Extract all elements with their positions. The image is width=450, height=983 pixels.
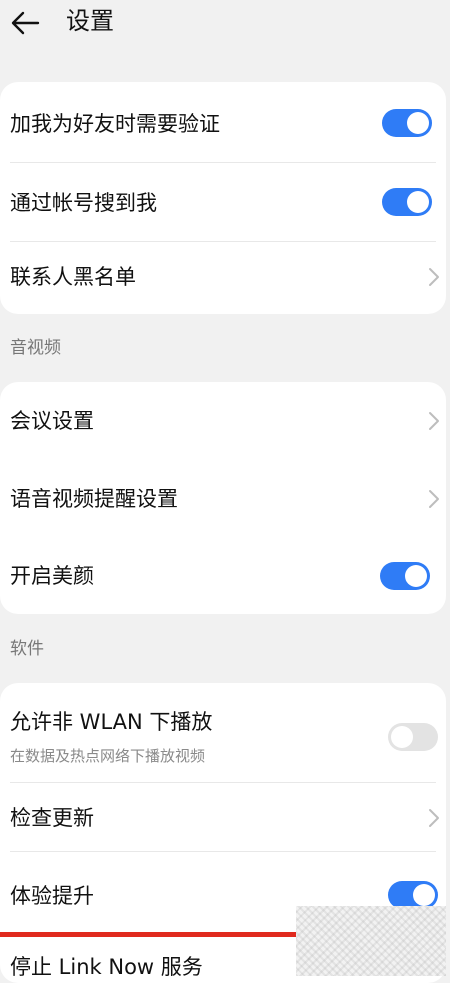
- chevron-right-icon: [429, 268, 439, 286]
- call-reminder-row[interactable]: 语音视频提醒设置: [0, 460, 446, 538]
- call-reminder-label: 语音视频提醒设置: [10, 487, 178, 511]
- friend-verify-row[interactable]: 加我为好友时需要验证: [0, 82, 446, 162]
- av-card: 会议设置 语音视频提醒设置 开启美颜: [0, 382, 446, 614]
- header: 设置: [0, 0, 450, 46]
- toggle-knob: [407, 191, 429, 213]
- check-update-label: 检查更新: [10, 806, 94, 830]
- friend-verify-label: 加我为好友时需要验证: [10, 112, 220, 136]
- friend-verify-toggle[interactable]: [382, 109, 432, 137]
- section-label-software: 软件: [10, 639, 44, 659]
- beauty-row[interactable]: 开启美颜: [0, 538, 446, 614]
- non-wlan-play-label: 允许非 WLAN 下播放: [10, 710, 213, 734]
- toggle-knob: [405, 565, 427, 587]
- watermark-noise: [296, 906, 446, 976]
- chevron-right-icon: [429, 490, 439, 508]
- experience-toggle[interactable]: [388, 881, 438, 909]
- toggle-knob: [413, 884, 435, 906]
- beauty-label: 开启美颜: [10, 564, 94, 588]
- meeting-settings-row[interactable]: 会议设置: [0, 382, 446, 460]
- search-by-account-label: 通过帐号搜到我: [10, 191, 157, 215]
- meeting-settings-label: 会议设置: [10, 409, 94, 433]
- non-wlan-play-toggle[interactable]: [388, 723, 438, 751]
- non-wlan-play-row[interactable]: 允许非 WLAN 下播放 在数据及热点网络下播放视频: [0, 683, 446, 781]
- red-highlight-bar: [0, 932, 300, 937]
- beauty-toggle[interactable]: [380, 562, 430, 590]
- search-by-account-toggle[interactable]: [382, 188, 432, 216]
- experience-label: 体验提升: [10, 884, 94, 908]
- non-wlan-play-sublabel: 在数据及热点网络下播放视频: [10, 747, 206, 765]
- back-arrow-icon[interactable]: [8, 6, 42, 40]
- blacklist-label: 联系人黑名单: [10, 265, 136, 289]
- blacklist-row[interactable]: 联系人黑名单: [0, 242, 446, 314]
- section-label-av: 音视频: [10, 338, 61, 358]
- chevron-right-icon: [429, 809, 439, 827]
- chevron-right-icon: [429, 412, 439, 430]
- page-title: 设置: [66, 7, 114, 35]
- search-by-account-row[interactable]: 通过帐号搜到我: [0, 163, 446, 241]
- stop-service-label[interactable]: 停止 Link Now 服务: [10, 954, 203, 980]
- toggle-knob: [391, 726, 413, 748]
- check-update-row[interactable]: 检查更新: [0, 783, 446, 851]
- toggle-knob: [407, 112, 429, 134]
- privacy-card: 加我为好友时需要验证 通过帐号搜到我 联系人黑名单: [0, 82, 446, 314]
